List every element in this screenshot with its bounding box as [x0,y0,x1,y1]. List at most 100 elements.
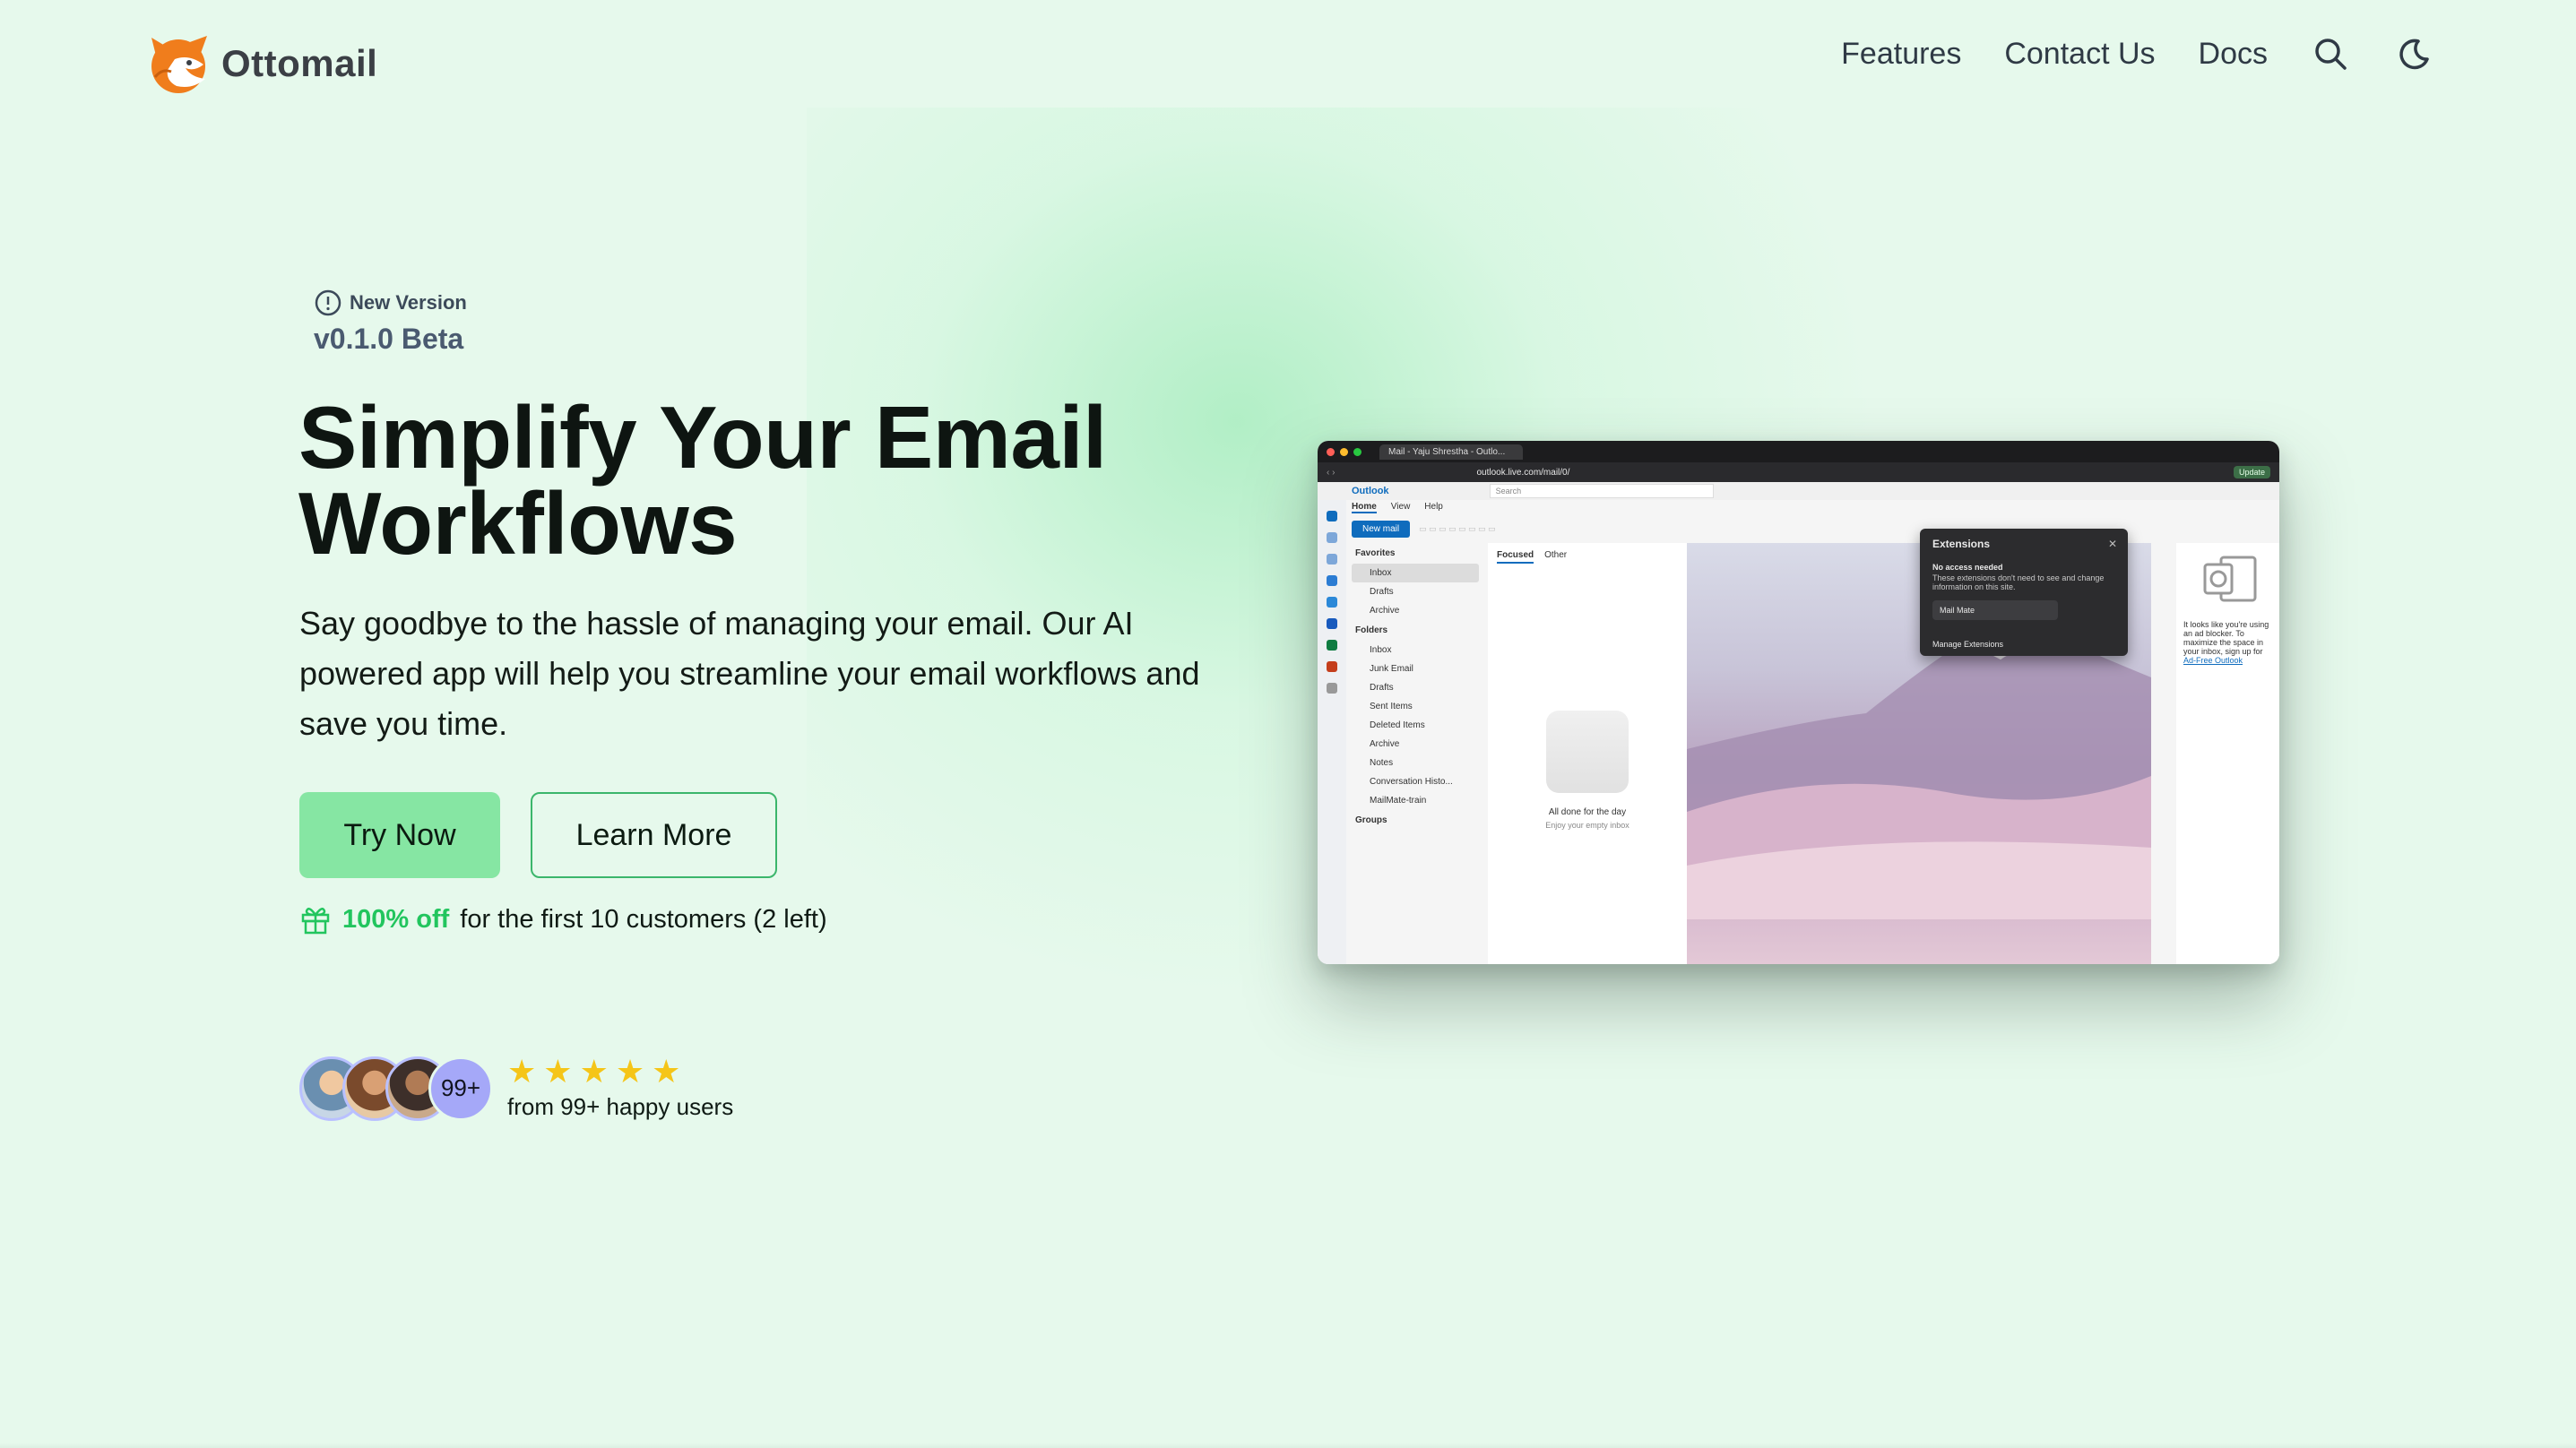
brand-name: Ottomail [221,42,378,84]
powerpoint-icon [1327,661,1337,672]
nav-docs[interactable]: Docs [2199,37,2268,72]
hero-title-line2: Workflows [298,474,738,573]
hero-subtitle: Say goodbye to the hassle of managing yo… [299,605,1200,742]
back-arrow-icon: ‹ › [1327,467,1336,478]
folders-heading: Folders [1355,625,1388,635]
ribbon-tab-view: View [1390,502,1411,512]
nav-contact-us[interactable]: Contact Us [2004,37,2155,72]
avatar-stack: 99+ [299,1056,493,1121]
list-tab-focused: Focused [1497,550,1534,564]
extensions-desc: These extensions don't need to see and c… [1932,573,2105,591]
try-now-button[interactable]: Try Now [299,792,500,878]
star-icon: ★ [652,1053,681,1090]
folder-item: Inbox [1352,564,1479,582]
rating: ★ ★ ★ ★ ★ from 99+ happy users [507,1056,733,1121]
ad-pane: It looks like you're using an ad blocker… [2176,543,2279,964]
ad-free-link: Ad-Free Outlook [2183,656,2243,665]
gift-icon [301,908,330,935]
new-mail-button: New mail [1352,520,1411,538]
favorites-heading: Favorites [1355,548,1396,558]
outlook-brand: Outlook [1352,486,1389,496]
star-icon: ★ [579,1053,609,1090]
page-footer-edge [0,1443,2576,1448]
folder-item: Archive [1370,739,1400,749]
outlook-app: Outlook Search Home View Help New mail ▭… [1318,482,2279,964]
hero-title-line1: Simplify Your Email [298,388,1107,487]
manage-extensions: Manage Extensions [1932,640,2004,649]
star-icon: ★ [615,1053,645,1090]
main-nav: Features Contact Us Docs [1841,34,2433,73]
star-rating: ★ ★ ★ ★ ★ [507,1056,733,1088]
outlook-search: Search [1489,484,1714,498]
promo-detail: for the first 10 customers (2 left) [460,904,827,934]
cta-row: Try Now Learn More [299,792,777,878]
url-text: outlook.live.com/mail/0/ [1476,467,1570,478]
empty-subtitle: Enjoy your empty inbox [1545,821,1629,830]
close-dot-icon [1327,447,1335,456]
app-rail [1318,500,1346,964]
promo-discount: 100% off [342,904,450,934]
groups-heading: Groups [1355,815,1387,825]
site-header: Ottomail Features Contact Us Docs [0,0,2576,125]
moon-icon[interactable] [2393,34,2433,73]
folder-item: Notes [1370,758,1394,768]
version-text: v0.1.0 Beta [314,323,464,355]
avatar-count: 99+ [428,1056,493,1121]
apps-icon [1327,683,1337,694]
ribbon-tab-home: Home [1352,502,1377,513]
outlook-topbar: Outlook Search [1318,482,2279,500]
folder-item: Inbox [1370,645,1392,655]
folder-item: MailMate-train [1370,796,1427,806]
calendar-icon [1327,532,1337,543]
star-icon: ★ [507,1053,537,1090]
folder-item: Drafts [1370,587,1394,597]
folder-item: Archive [1370,606,1400,616]
list-tabs: Focused Other [1488,543,1687,564]
ribbon-tabs: Home View Help [1352,502,1443,513]
folder-item: Conversation Histo... [1370,777,1453,787]
empty-inbox-icon [1546,711,1629,793]
ad-text: It looks like you're using an ad blocker… [2183,620,2269,656]
ribbon-actions: ▭ ▭ ▭ ▭ ▭ ▭ ▭ ▭ [1419,523,1496,533]
browser-urlbar: ‹ › outlook.live.com/mail/0/ Update [1318,462,2279,482]
minimize-dot-icon [1340,447,1348,456]
teams-icon [1327,575,1337,586]
extension-item: Mail Mate [1932,600,2058,620]
ribbon-tab-help: Help [1424,502,1443,512]
brand-logo[interactable]: Ottomail [148,32,377,95]
folder-item: Junk Email [1370,664,1413,674]
folder-pane: Favorites Inbox Drafts Archive Folders I… [1348,543,1486,964]
word-icon [1327,618,1337,629]
search-icon[interactable] [2311,34,2350,73]
mail-icon [1327,511,1337,521]
browser-tabbar: Mail - Yaju Shrestha - Outlo... [1318,441,2279,462]
version-badge: New Version v0.1.0 Beta [314,289,467,356]
folder-item: Drafts [1370,683,1394,693]
folder-item: Deleted Items [1370,720,1425,730]
learn-more-button[interactable]: Learn More [531,792,777,878]
todo-icon [1327,597,1337,608]
fox-logo-icon [151,36,207,93]
promo-text: 100% off for the first 10 customers (2 l… [299,903,827,935]
outlook-logo-icon [2203,556,2257,602]
message-list: Focused Other All done for the day Enjoy… [1488,543,1687,964]
folder-item: Sent Items [1370,702,1413,711]
excel-icon [1327,640,1337,651]
extensions-title: Extensions [1932,538,1991,550]
people-icon [1327,554,1337,565]
browser-tab: Mail - Yaju Shrestha - Outlo... [1379,444,1523,460]
social-proof: 99+ ★ ★ ★ ★ ★ from 99+ happy users [299,1056,733,1121]
badge-label: New Version [350,291,467,314]
extensions-popup: Extensions ✕ No access needed These exte… [1920,529,2128,656]
product-screenshot: Mail - Yaju Shrestha - Outlo... ‹ › outl… [1318,441,2279,964]
ribbon: New mail ▭ ▭ ▭ ▭ ▭ ▭ ▭ ▭ [1352,518,2270,539]
info-circle-icon [315,289,341,316]
star-icon: ★ [543,1053,573,1090]
list-tab-other: Other [1544,550,1568,560]
maximize-dot-icon [1353,447,1361,456]
update-badge: Update [2233,466,2270,478]
rating-text: from 99+ happy users [507,1093,734,1120]
nav-features[interactable]: Features [1841,37,1961,72]
empty-title: All done for the day [1548,807,1627,817]
extensions-subhead: No access needed [1932,563,2003,572]
